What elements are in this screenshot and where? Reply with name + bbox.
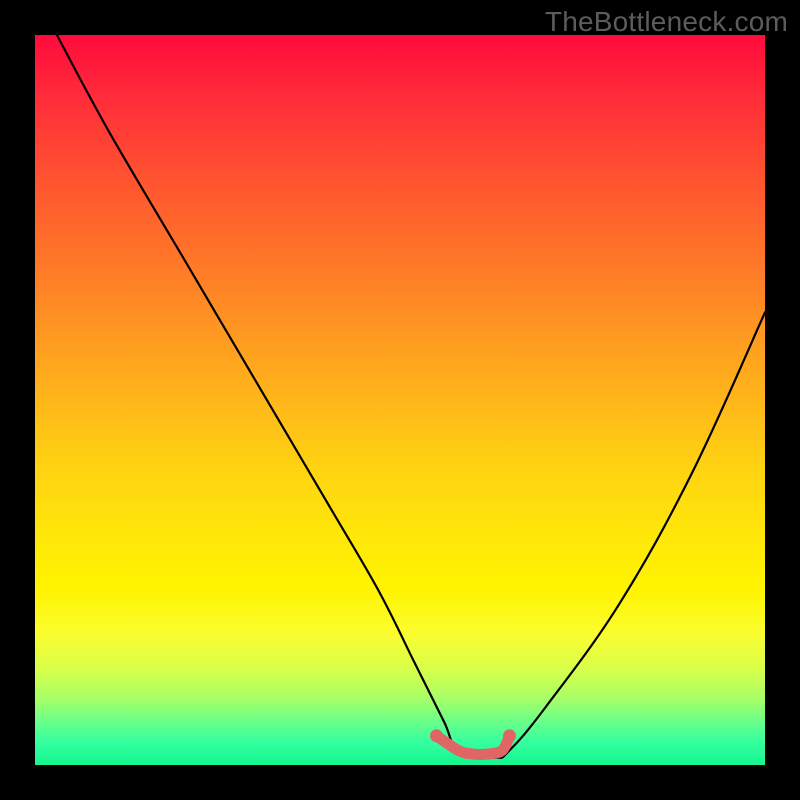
curve-line: [57, 35, 765, 758]
low-band-endcap-left: [430, 729, 443, 742]
watermark-label: TheBottleneck.com: [545, 6, 788, 38]
low-band-path: [437, 736, 510, 755]
low-band-endcap-right: [503, 729, 516, 742]
chart-container: TheBottleneck.com: [0, 0, 800, 800]
curve-path: [57, 35, 765, 758]
chart-lines-svg: [35, 35, 765, 765]
low-band-line: [430, 729, 516, 754]
plot-area: [35, 35, 765, 765]
